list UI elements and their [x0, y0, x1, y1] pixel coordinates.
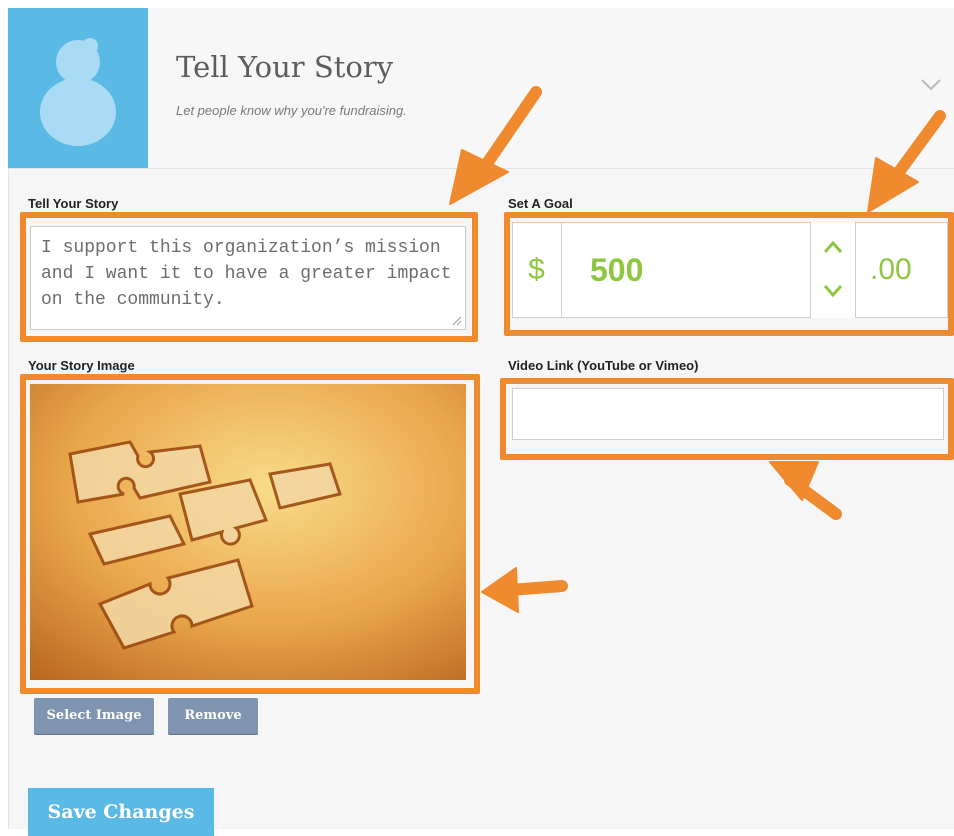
- annotation-arrows: [449, 86, 946, 613]
